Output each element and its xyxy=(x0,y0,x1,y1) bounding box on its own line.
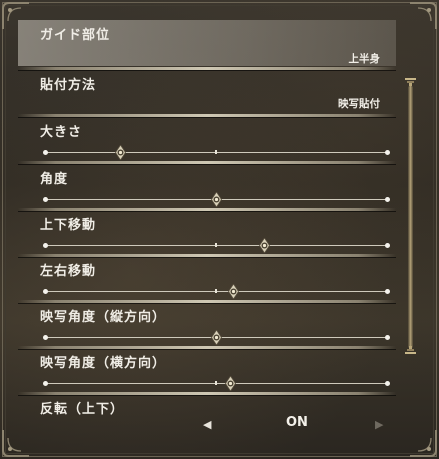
slider-knob-icon[interactable] xyxy=(211,192,222,207)
slider-knob-icon[interactable] xyxy=(258,238,270,253)
option-size[interactable]: 大きさ xyxy=(18,117,396,161)
option-attach-method[interactable]: 貼付方法 映写貼付 xyxy=(18,70,396,114)
option-label: 角度 xyxy=(40,172,69,187)
option-guide-part[interactable]: ガイド部位 上半身 xyxy=(18,20,396,66)
slider-track[interactable] xyxy=(43,238,390,253)
track-center-tick xyxy=(215,381,217,385)
slider-track[interactable] xyxy=(43,330,390,345)
arrow-left-icon[interactable]: ◀ xyxy=(203,418,211,431)
option-value: 映写貼付 xyxy=(338,98,380,110)
slider-knob-icon[interactable] xyxy=(115,145,127,160)
scrollbar[interactable] xyxy=(404,76,417,356)
track-end-dot xyxy=(385,197,390,202)
scrollbar-bottom-cap-icon xyxy=(404,346,417,356)
option-vertical-move[interactable]: 上下移動 xyxy=(18,210,396,255)
option-label: 映写角度（横方向） xyxy=(40,356,167,371)
settings-panel: ガイド部位 上半身 貼付方法 映写貼付 大きさ 角度 上下移動 左右移動 映写角… xyxy=(0,0,439,459)
track-end-dot xyxy=(385,243,390,248)
track-end-dot xyxy=(43,243,48,248)
arrow-right-icon[interactable]: ▶ xyxy=(375,418,383,431)
track-end-dot xyxy=(385,289,390,294)
slider-track[interactable] xyxy=(43,284,390,299)
option-horizontal-move[interactable]: 左右移動 xyxy=(18,256,396,301)
track-end-dot xyxy=(385,150,390,155)
option-value: 上半身 xyxy=(348,53,381,65)
slider-knob-icon[interactable] xyxy=(228,284,240,299)
track-end-dot xyxy=(43,381,48,386)
option-label: 大きさ xyxy=(40,125,83,140)
corner-ornament-icon xyxy=(408,428,438,458)
track-end-dot xyxy=(43,197,48,202)
option-angle[interactable]: 角度 xyxy=(18,164,396,209)
track-end-dot xyxy=(43,150,48,155)
scrollbar-thumb[interactable] xyxy=(408,86,413,348)
slider-knob-icon[interactable] xyxy=(211,330,222,345)
slider-track[interactable] xyxy=(43,145,390,160)
option-projection-angle-horizontal[interactable]: 映写角度（横方向） xyxy=(18,348,396,393)
option-label: 映写角度（縦方向） xyxy=(40,310,167,325)
track-center-tick xyxy=(215,289,217,293)
option-projection-angle-vertical[interactable]: 映写角度（縦方向） xyxy=(18,302,396,347)
slider-track[interactable] xyxy=(43,192,390,207)
track-end-dot xyxy=(43,289,48,294)
slider-knob-icon[interactable] xyxy=(224,376,236,391)
track-center-tick xyxy=(215,150,217,154)
option-label: 上下移動 xyxy=(40,218,97,233)
track-end-dot xyxy=(385,335,390,340)
slider-track[interactable] xyxy=(43,376,390,391)
option-label: 貼付方法 xyxy=(40,78,97,93)
option-label: 左右移動 xyxy=(40,264,97,279)
scrollbar-top-cap-icon xyxy=(404,76,417,86)
option-label: ガイド部位 xyxy=(40,28,111,43)
option-flip-vertical[interactable]: 反転（上下） ◀ ON ▶ xyxy=(18,394,396,442)
option-label: 反転（上下） xyxy=(40,402,125,417)
option-value: ON xyxy=(286,415,308,430)
track-end-dot xyxy=(43,335,48,340)
track-center-tick xyxy=(215,243,217,247)
corner-ornament-icon xyxy=(408,1,438,31)
track-end-dot xyxy=(385,381,390,386)
